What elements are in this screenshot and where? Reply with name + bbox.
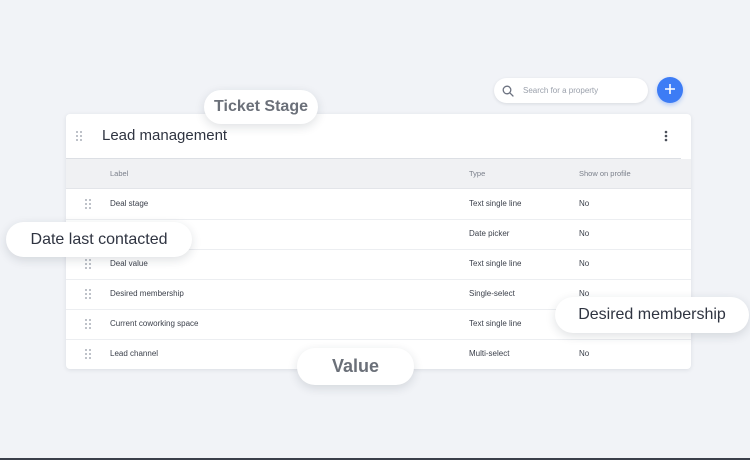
row-label: Desired membership [110, 289, 184, 298]
row-show-on-profile: No [579, 349, 590, 358]
row-type: Single-select [469, 289, 515, 298]
drag-handle-icon[interactable] [85, 319, 91, 329]
column-header-show-on-profile: Show on profile [579, 169, 631, 178]
drag-handle-icon[interactable] [85, 349, 91, 359]
table-row[interactable]: Deal stage Text single line No [66, 189, 691, 220]
row-show-on-profile: No [579, 259, 590, 268]
row-label: Deal value [110, 259, 148, 268]
section-title: Lead management [102, 127, 228, 144]
row-show-on-profile: No [579, 199, 590, 208]
row-label: Deal stage [110, 199, 149, 208]
date-last-contacted-pill: Date last contacted [6, 222, 192, 257]
row-label: Lead channel [110, 349, 159, 358]
row-label: Current coworking space [110, 319, 199, 328]
row-type: Text single line [469, 319, 522, 328]
value-pill: Value [297, 348, 414, 385]
row-type: Text single line [469, 199, 522, 208]
row-show-on-profile: No [579, 229, 590, 238]
row-type: Text single line [469, 259, 522, 268]
drag-handle-icon[interactable] [85, 289, 91, 299]
column-header-type: Type [469, 169, 486, 178]
desired-membership-pill: Desired membership [555, 297, 749, 333]
drag-handle-icon[interactable] [85, 259, 91, 269]
plus-icon [664, 81, 676, 99]
section-header: Lead management [66, 114, 691, 158]
column-header-label: Label [110, 169, 129, 178]
ticket-stage-pill: Ticket Stage [204, 90, 318, 124]
row-type: Date picker [469, 229, 510, 238]
drag-handle-icon[interactable] [85, 199, 91, 209]
row-type: Multi-select [469, 349, 510, 358]
search-bar[interactable]: Search for a property [494, 78, 648, 103]
search-placeholder[interactable]: Search for a property [523, 86, 598, 95]
table-header: Label Type Show on profile [66, 159, 691, 189]
more-options-icon[interactable] [660, 128, 672, 144]
add-property-button[interactable] [657, 77, 683, 103]
drag-handle-icon[interactable] [76, 131, 82, 141]
search-icon [500, 83, 516, 99]
